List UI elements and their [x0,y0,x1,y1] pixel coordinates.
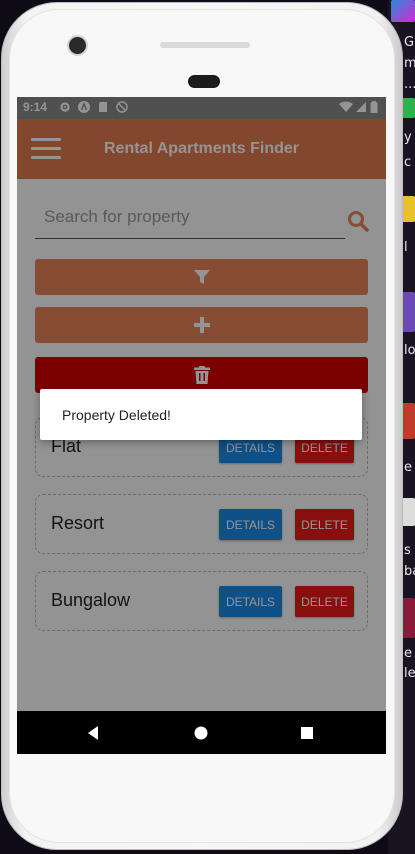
desktop-text: c [404,155,412,170]
desktop-text: lo [404,343,415,358]
toast-text: Property Deleted! [62,407,171,423]
speaker-grille [160,42,250,48]
device-screen: 9:14 Rental Apartments Finder Search for… [17,97,386,754]
desktop-text: le [404,666,415,681]
toast-message: Property Deleted! [40,389,362,440]
navigation-bar [17,711,386,754]
desktop-text: ba [404,564,415,579]
back-icon[interactable] [85,724,103,742]
desktop-tile-icon[interactable] [391,0,415,22]
desktop-text: G [404,35,415,50]
desktop-text: e [404,460,412,475]
desktop-text: e [404,646,412,661]
front-camera-icon [69,37,86,54]
desktop-text: m [404,56,415,71]
desktop-text: ... [404,77,415,92]
overview-icon[interactable] [298,724,316,742]
home-icon[interactable] [192,724,210,742]
desktop-text: y [404,130,412,145]
desktop-text: l [404,240,408,255]
earpiece [188,75,220,88]
desktop-text: s [404,543,411,558]
